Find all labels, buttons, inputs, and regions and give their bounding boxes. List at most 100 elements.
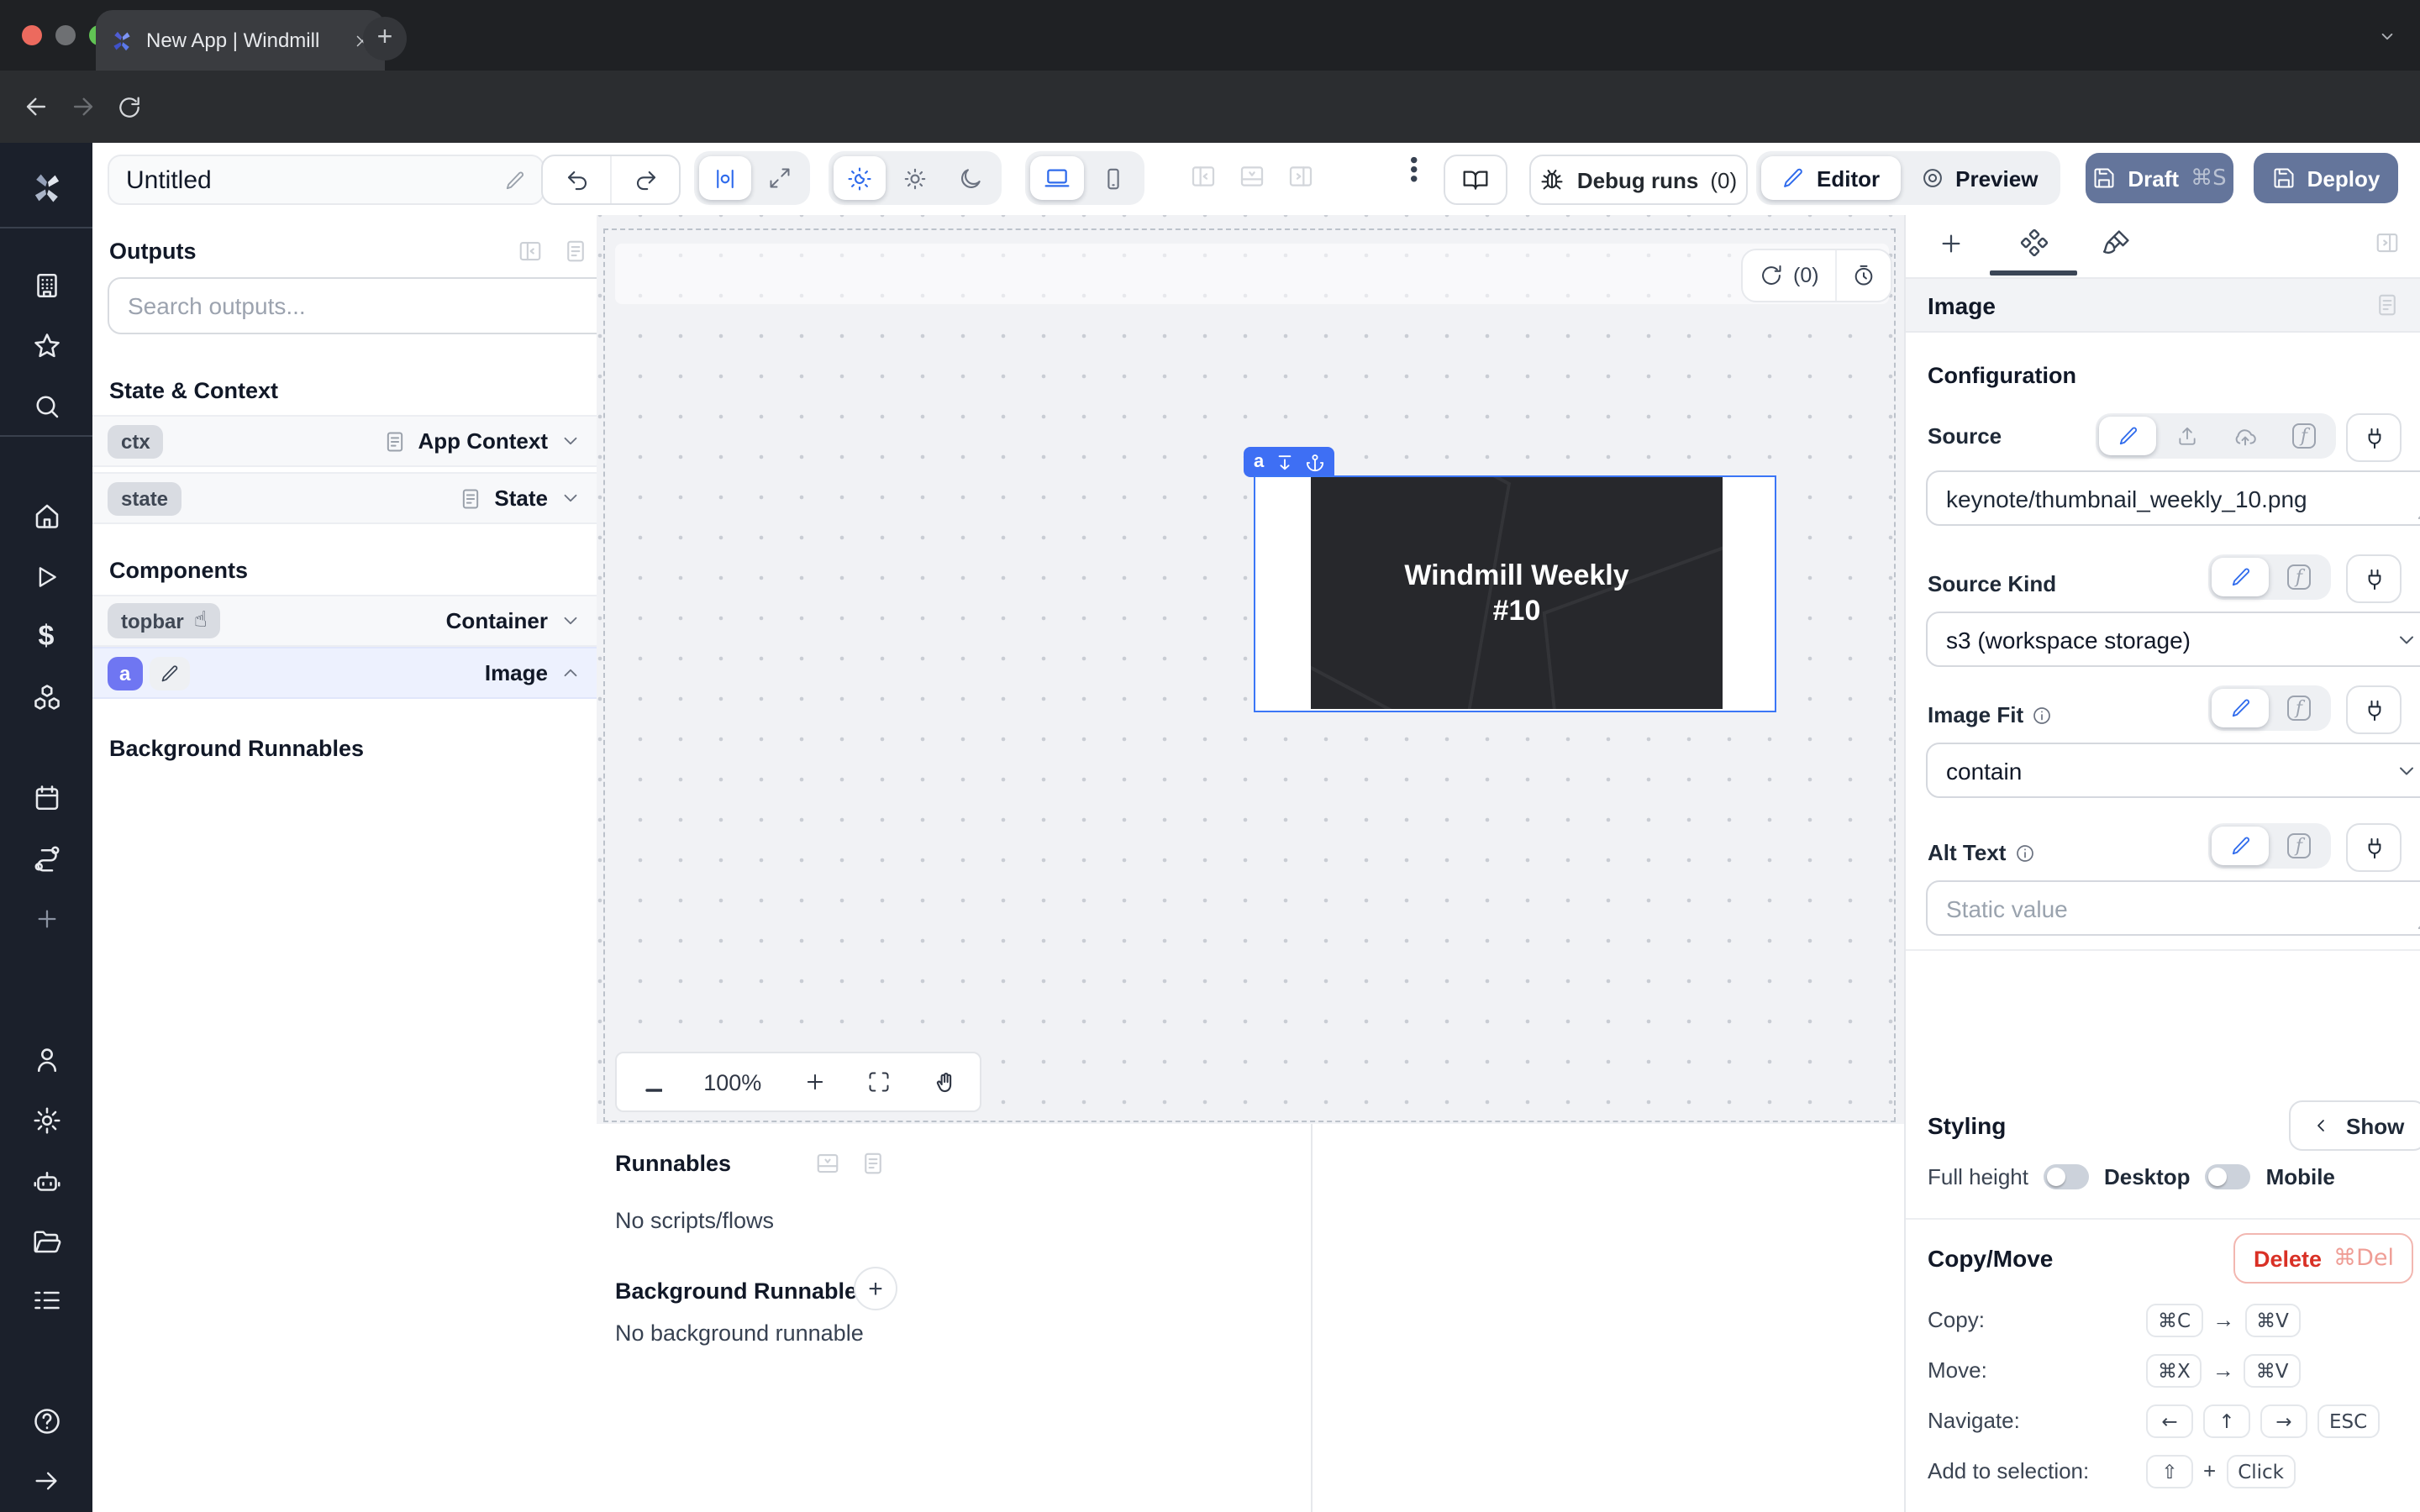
rail-expand-icon[interactable]: [0, 1455, 92, 1505]
rail-calendar-icon[interactable]: [0, 773, 92, 823]
windmill-logo[interactable]: [0, 163, 92, 213]
chevron-down-icon[interactable]: [560, 610, 581, 632]
image-fit-select[interactable]: contain: [1926, 743, 2420, 798]
insert-tab-plus-icon[interactable]: [1938, 230, 1965, 257]
alt-text-input[interactable]: Static value: [1926, 880, 2420, 936]
fullwidth-layout-button[interactable]: [755, 156, 805, 200]
styling-tab-brush-icon[interactable]: [2102, 228, 2131, 257]
debug-runs-button[interactable]: Debug runs (0): [1529, 155, 1748, 205]
app-title-input[interactable]: Untitled: [108, 155, 544, 205]
theme-dark-button[interactable]: [944, 156, 997, 200]
selected-image-component[interactable]: Windmill Weekly #10: [1254, 475, 1776, 712]
rail-folder-icon[interactable]: [0, 1216, 92, 1267]
refresh-all-button[interactable]: (0): [1743, 250, 1836, 301]
redo-button[interactable]: [612, 156, 679, 203]
reload-icon[interactable]: [116, 93, 143, 120]
connect-plug-icon[interactable]: [2346, 823, 2402, 872]
info-icon[interactable]: [2014, 843, 2034, 863]
rail-play-icon[interactable]: [0, 551, 92, 601]
fx-icon[interactable]: f: [2275, 417, 2333, 455]
output-row-state[interactable]: state State: [92, 472, 597, 524]
rail-route-icon[interactable]: [0, 833, 92, 884]
rail-gear-icon[interactable]: [0, 1095, 92, 1146]
full-height-toggle[interactable]: [2044, 1164, 2089, 1189]
delete-button[interactable]: Delete ⌘Del: [2233, 1233, 2414, 1284]
deploy-button[interactable]: Deploy: [2254, 153, 2398, 203]
forward-icon[interactable]: [69, 92, 97, 121]
fx-icon[interactable]: f: [2270, 827, 2328, 865]
connect-plug-icon[interactable]: [2346, 554, 2402, 603]
draft-button[interactable]: Draft ⌘S: [2086, 153, 2233, 203]
mobile-view-button[interactable]: [1087, 156, 1139, 200]
rail-search-icon[interactable]: [0, 381, 92, 432]
source-kind-select[interactable]: s3 (workspace storage): [1926, 612, 2420, 667]
expand-down-icon[interactable]: [1276, 453, 1294, 471]
rail-plus-icon[interactable]: [0, 894, 92, 944]
static-pencil-icon[interactable]: [2099, 417, 2156, 455]
theme-light-button[interactable]: [889, 156, 941, 200]
rename-pencil-icon[interactable]: [149, 656, 189, 690]
browser-tab[interactable]: New App | Windmill: [96, 10, 385, 71]
settings-tab-diamonds-icon[interactable]: [2020, 228, 2049, 257]
fit-view-icon[interactable]: [868, 1070, 892, 1094]
rail-star-icon[interactable]: [0, 321, 92, 371]
component-doc-icon[interactable]: [2375, 292, 2400, 318]
search-outputs-input[interactable]: Search outputs...: [108, 277, 620, 334]
source-value-input[interactable]: keynote/thumbnail_weekly_10.png: [1926, 470, 2420, 526]
docs-book-button[interactable]: [1444, 155, 1507, 205]
tab-search-chevron-icon[interactable]: [2376, 25, 2398, 47]
editor-tab[interactable]: Editor: [1761, 156, 1900, 200]
toggle-left-panel-icon[interactable]: [1190, 163, 1217, 190]
preview-tab[interactable]: Preview: [1903, 156, 2054, 200]
static-pencil-icon[interactable]: [2212, 689, 2269, 727]
zoom-in-icon[interactable]: [803, 1070, 827, 1094]
chevron-down-icon[interactable]: [560, 430, 581, 452]
theme-auto-button[interactable]: [834, 156, 886, 200]
rail-home-icon[interactable]: [0, 491, 92, 541]
job-history-button[interactable]: [1836, 250, 1891, 301]
selected-component-tag[interactable]: a: [1244, 447, 1334, 477]
cloud-upload-icon[interactable]: [2217, 417, 2274, 455]
desktop-toggle[interactable]: [2206, 1164, 2251, 1189]
rail-list-icon[interactable]: [0, 1275, 92, 1326]
window-close-button[interactable]: [22, 25, 42, 45]
undo-button[interactable]: [543, 156, 612, 203]
connect-plug-icon[interactable]: [2346, 413, 2402, 462]
zoom-out-icon[interactable]: [639, 1070, 662, 1094]
styling-show-button[interactable]: Show: [2289, 1100, 2420, 1151]
static-pencil-icon[interactable]: [2212, 558, 2269, 596]
collapse-right-panel-icon[interactable]: [2375, 230, 2400, 255]
centered-layout-button[interactable]: [699, 156, 751, 200]
collapse-bottom-icon[interactable]: [815, 1151, 840, 1176]
outputs-doc-icon[interactable]: [563, 239, 588, 264]
anchor-icon[interactable]: [1306, 453, 1324, 471]
connect-plug-icon[interactable]: [2346, 685, 2402, 734]
add-background-runnable-button[interactable]: +: [854, 1267, 897, 1310]
collapse-panel-icon[interactable]: [518, 239, 543, 264]
chevron-down-icon[interactable]: [560, 487, 581, 509]
pan-hand-icon[interactable]: [933, 1069, 958, 1095]
output-row-topbar[interactable]: topbar☝ Container: [92, 595, 597, 647]
fx-icon[interactable]: f: [2270, 558, 2328, 596]
rail-building-icon[interactable]: [0, 260, 92, 311]
info-icon[interactable]: [2032, 705, 2052, 725]
rail-dollar-icon[interactable]: $: [0, 612, 92, 662]
back-icon[interactable]: [22, 92, 50, 121]
upload-icon[interactable]: [2158, 417, 2215, 455]
new-tab-button[interactable]: +: [363, 17, 407, 60]
output-row-ctx[interactable]: ctx App Context: [92, 415, 597, 467]
desktop-view-button[interactable]: [1030, 156, 1084, 200]
toggle-right-panel-icon[interactable]: [1287, 163, 1314, 190]
chevron-up-icon[interactable]: [560, 662, 581, 684]
window-minimize-button[interactable]: [55, 25, 76, 45]
app-canvas[interactable]: (0) a Windmill Weekly #10 100%: [597, 215, 1904, 1124]
more-options-kebab-icon[interactable]: •••: [1402, 156, 1427, 184]
rail-help-icon[interactable]: [0, 1396, 92, 1446]
runnables-doc-icon[interactable]: [860, 1151, 886, 1176]
output-row-image-selected[interactable]: a Image: [92, 647, 597, 699]
rail-user-icon[interactable]: [0, 1035, 92, 1085]
static-pencil-icon[interactable]: [2212, 827, 2269, 865]
rail-boxes-icon[interactable]: [0, 672, 92, 722]
topbar-container-component[interactable]: [615, 244, 1889, 304]
toggle-bottom-panel-icon[interactable]: [1239, 163, 1265, 190]
